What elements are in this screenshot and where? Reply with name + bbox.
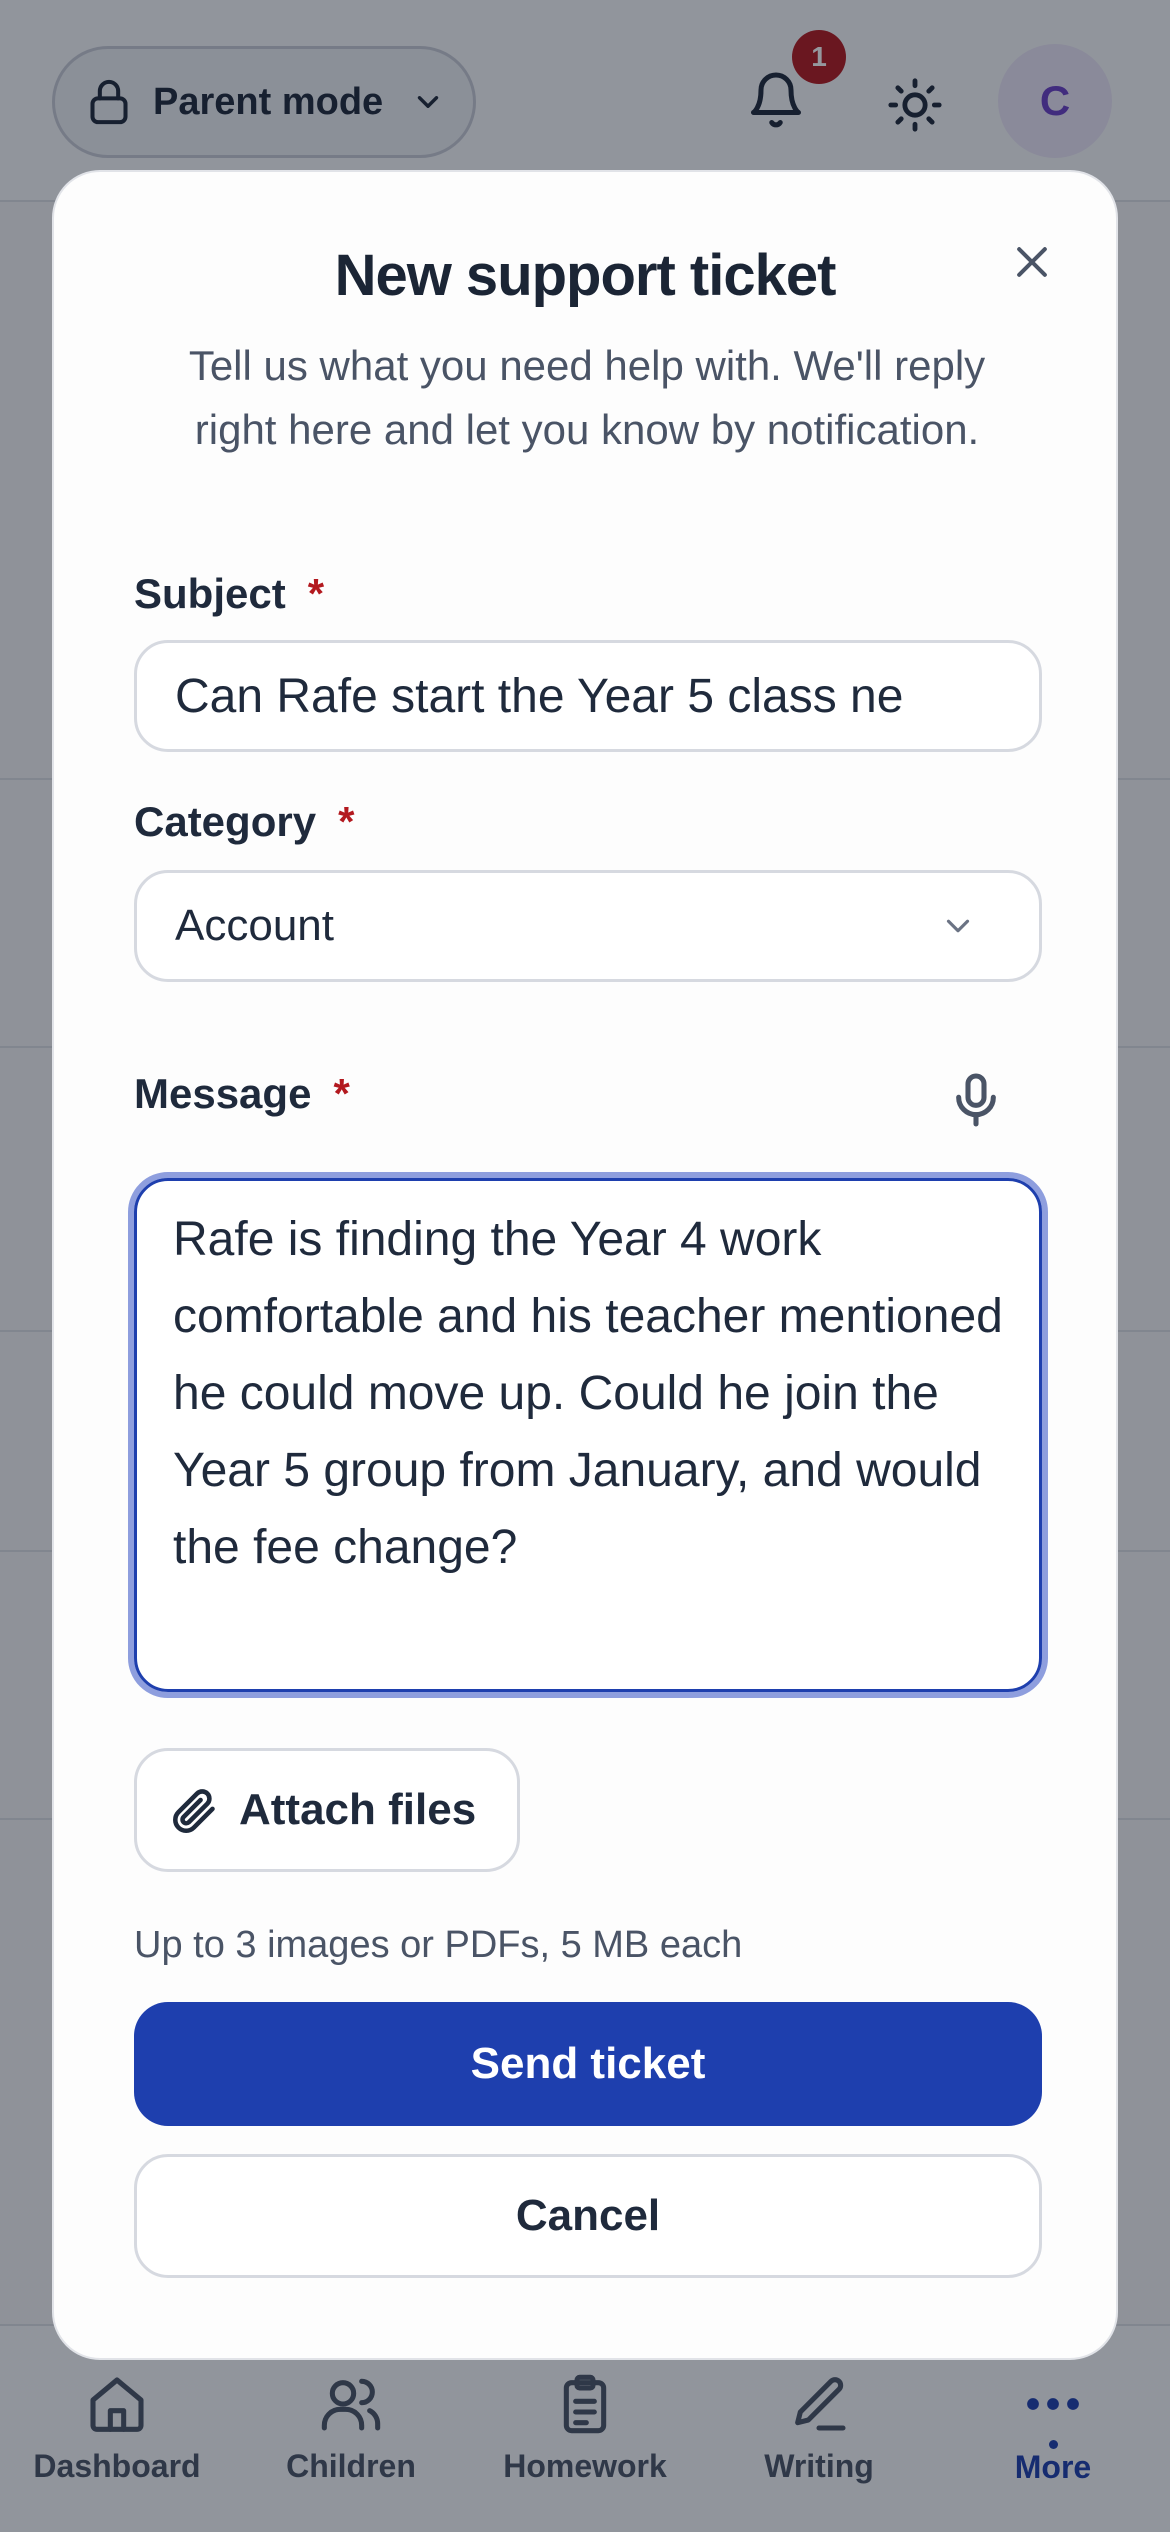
category-label-text: Category bbox=[134, 798, 317, 845]
category-select[interactable]: Account bbox=[134, 870, 1042, 982]
subject-label-text: Subject bbox=[134, 570, 286, 617]
required-marker: * bbox=[333, 1070, 350, 1117]
attach-files-button[interactable]: Attach files bbox=[134, 1748, 520, 1872]
modal-title: New support ticket bbox=[334, 243, 837, 308]
required-marker: * bbox=[338, 798, 355, 845]
attach-hint: Up to 3 images or PDFs, 5 MB each bbox=[134, 1924, 743, 1966]
support-ticket-modal: New support ticket Tell us what you need… bbox=[52, 170, 1118, 2360]
cancel-button[interactable]: Cancel bbox=[134, 2154, 1042, 2278]
category-selected-value: Account bbox=[175, 901, 334, 950]
dictation-button[interactable] bbox=[944, 1068, 1008, 1132]
microphone-icon bbox=[956, 1073, 996, 1127]
required-marker: * bbox=[307, 570, 325, 617]
subject-field[interactable] bbox=[134, 640, 1042, 752]
send-ticket-button[interactable]: Send ticket bbox=[134, 2002, 1042, 2126]
category-label: Category * bbox=[134, 798, 354, 846]
modal-subtitle: Tell us what you need help with. We'll r… bbox=[188, 342, 986, 453]
message-label-text: Message bbox=[134, 1070, 312, 1117]
message-textarea[interactable]: Rafe is finding the Year 4 work comforta… bbox=[134, 1178, 1042, 1692]
message-field-focus-ring: Rafe is finding the Year 4 work comforta… bbox=[128, 1172, 1048, 1698]
chevron-down-icon bbox=[946, 919, 970, 933]
subject-label: Subject * bbox=[134, 570, 324, 618]
paperclip-icon bbox=[173, 1789, 215, 1833]
message-label: Message * bbox=[134, 1070, 350, 1118]
attach-files-label: Attach files bbox=[239, 1785, 477, 1834]
subject-input[interactable] bbox=[175, 668, 1001, 724]
